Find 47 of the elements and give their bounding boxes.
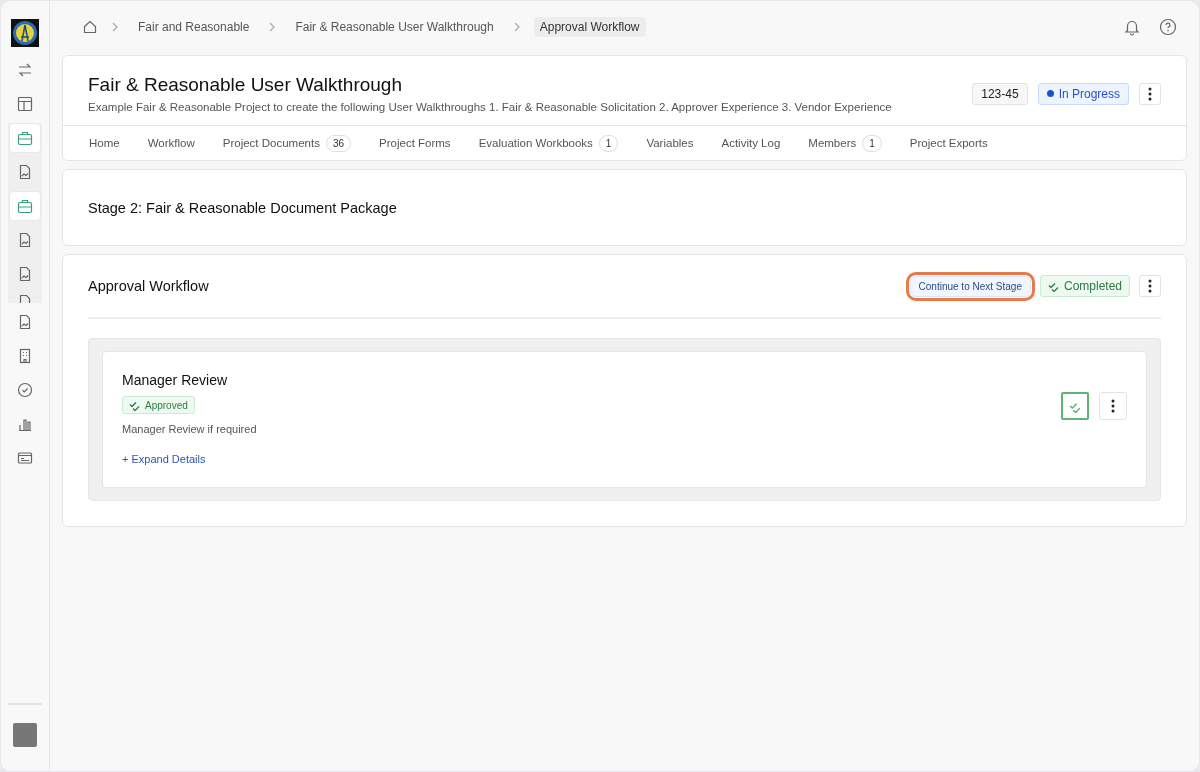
project-title: Fair & Reasonable User Walkthrough	[88, 74, 403, 96]
double-check-icon	[129, 399, 140, 411]
logo-icon	[11, 19, 39, 47]
step-description: Manager Review if required	[122, 423, 257, 435]
tab[interactable]: Workflow	[133, 126, 209, 160]
check-circle-icon	[16, 381, 34, 399]
chevron-icon	[268, 22, 277, 32]
tab[interactable]: Project Documents 36	[208, 126, 366, 160]
step-title: Manager Review	[122, 372, 229, 388]
more-button[interactable]	[1139, 275, 1161, 297]
tab[interactable]: Members 1	[794, 126, 896, 160]
chevron-icon	[111, 22, 119, 32]
home-icon[interactable]	[82, 19, 98, 35]
help-icon[interactable]	[1159, 18, 1177, 36]
briefcase-icon	[16, 129, 34, 147]
double-check-icon	[1047, 280, 1059, 292]
tab[interactable]: Variables	[632, 126, 708, 160]
more-button[interactable]	[1139, 82, 1161, 105]
swap-arrows-icon	[16, 61, 34, 79]
chevron-icon	[512, 22, 521, 32]
status-badge: Completed	[1039, 275, 1130, 297]
breadcrumb-link[interactable]: Fair & Reasonable User Walkthrough	[289, 17, 500, 37]
sidebar-item[interactable]	[9, 191, 41, 221]
layout-icon	[16, 95, 34, 113]
project-description: Example Fair & Reasonable Project to create the following User Walkthroughs 1. Fair & Reasonable Solicitation 2. Approver Experience 3. Vendor Experience	[88, 101, 892, 113]
project-code: 123-45	[972, 82, 1028, 105]
briefcase-icon	[16, 197, 34, 215]
more-icon	[1111, 399, 1115, 413]
more-icon	[1148, 86, 1152, 101]
approve-checkbox[interactable]	[1061, 392, 1089, 420]
breadcrumb-link[interactable]: Fair and Reasonable	[132, 17, 256, 37]
bell-icon[interactable]	[1123, 18, 1141, 36]
tab[interactable]: Activity Log	[707, 126, 795, 160]
tab[interactable]: Project Forms	[365, 126, 465, 160]
workflow-title: Approval Workflow	[88, 278, 209, 294]
approval-badge: Approved	[122, 396, 195, 414]
expand-details-link[interactable]: + Expand Details	[122, 453, 206, 465]
more-icon	[1148, 279, 1152, 293]
status-dot-icon	[1046, 90, 1054, 97]
tab[interactable]: Project Exports	[895, 126, 1002, 160]
status-badge: In Progress	[1037, 82, 1129, 105]
tab[interactable]: Home	[75, 126, 134, 160]
id-card-icon	[16, 449, 34, 467]
breadcrumb-link[interactable]: Approval Workflow	[533, 17, 646, 37]
stage-title: Stage 2: Fair & Reasonable Document Package	[88, 199, 397, 216]
tab[interactable]: Evaluation Workbooks 1	[464, 126, 633, 160]
sidebar-item[interactable]	[9, 123, 41, 153]
